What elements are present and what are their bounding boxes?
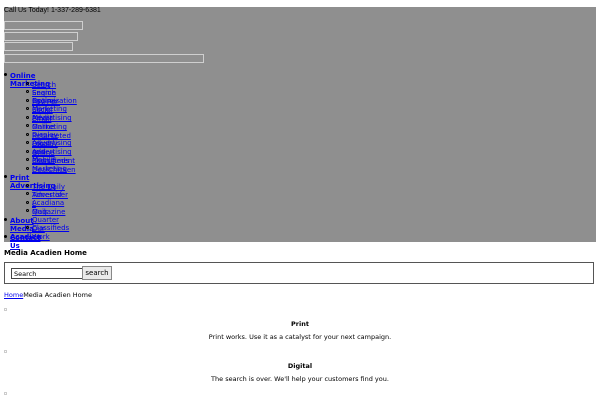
bullet-icon <box>26 150 29 153</box>
bullet-icon <box>26 124 29 127</box>
page-title: Media Acadien Home <box>4 249 87 257</box>
bullet-icon <box>4 218 7 221</box>
nav-item-contact: Contact Us <box>4 234 41 250</box>
section-title-digital: Digital <box>287 362 313 370</box>
bullet-icon <box>4 235 7 238</box>
bullet-icon <box>26 226 29 229</box>
bullet-icon <box>26 133 29 136</box>
bullet-icon <box>4 73 7 76</box>
section-text-digital: The search is over. We'll help your cust… <box>211 375 389 383</box>
search-form: search <box>4 262 594 284</box>
bullet-icon <box>26 116 29 119</box>
bullet-icon <box>26 107 29 110</box>
section-text-print: Print works. Use it as a catalyst for yo… <box>208 333 392 341</box>
breadcrumb-current: Media Acadien Home <box>23 291 92 299</box>
header-placeholder-box <box>4 42 73 51</box>
header-placeholder-box <box>4 32 78 41</box>
bullet-icon <box>26 141 29 144</box>
bullet-icon <box>26 82 29 85</box>
breadcrumb: HomeMedia Acadien Home <box>4 291 92 299</box>
bullet-icon <box>26 158 29 161</box>
bullet-icon <box>26 99 29 102</box>
nav-link-contact[interactable]: Contact Us <box>10 234 41 250</box>
breadcrumb-home-link[interactable]: Home <box>4 291 23 299</box>
broken-image-icon <box>4 392 7 395</box>
bullet-icon <box>4 175 7 178</box>
bullet-icon <box>26 184 29 187</box>
site-header: Call Us Today! 1-337-289-6381 Online Mar… <box>4 7 596 250</box>
bullet-icon <box>26 209 29 212</box>
search-input[interactable] <box>11 268 83 279</box>
header-placeholder-box <box>4 21 83 30</box>
broken-image-icon <box>4 350 7 353</box>
section-title-print: Print <box>291 320 309 328</box>
bullet-icon <box>26 201 29 204</box>
bullet-icon <box>26 192 29 195</box>
nav-sublink-dealchicken[interactable]: DealChicken <box>32 166 76 174</box>
nav-subitem: DealChicken <box>26 166 76 174</box>
call-us-text: Call Us Today! 1-337-289-6381 <box>4 7 101 14</box>
bullet-icon <box>26 167 29 170</box>
header-placeholder-box <box>4 54 204 63</box>
search-button[interactable]: search <box>82 266 112 280</box>
broken-image-icon <box>4 308 7 311</box>
bullet-icon <box>26 90 29 93</box>
